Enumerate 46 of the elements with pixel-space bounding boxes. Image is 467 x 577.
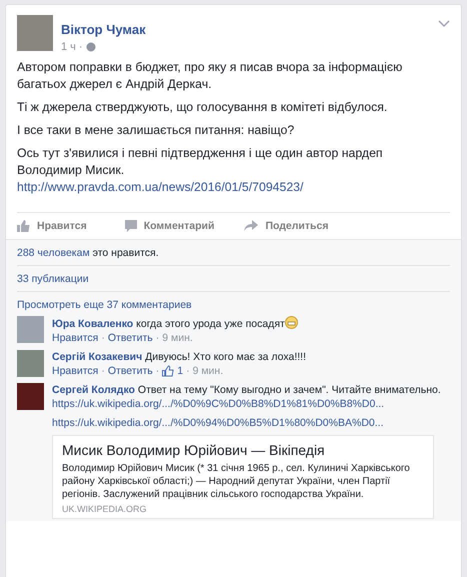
comment-text: Юра Коваленко когда этого урода уже посадят (52, 316, 450, 331)
separator-dot: · (156, 332, 160, 344)
separator-dot: · (101, 332, 105, 344)
post-paragraph: І все таки в мене залишається питання: навіщо? (17, 122, 296, 139)
thumbs-up-icon (17, 220, 30, 232)
comment-like-link[interactable]: Нравится (52, 332, 98, 344)
post-paragraph: Автором поправки в бюджет, про яку я писав вчора за інформацією багатьох джерел є Андрій Деркач. (17, 59, 404, 93)
commenter-avatar[interactable] (17, 383, 44, 410)
author-avatar[interactable] (17, 15, 53, 51)
chevron-icon[interactable] (438, 20, 450, 28)
preview-description: Володимир Юрійович Мисик (* 31 січня 1965 р., сел. Кулиничі Харківського району Харківської області;) — Народний депутат України, член Партії регіонів. Заслужений працівник сільського господарства України. (62, 462, 411, 501)
shares-link[interactable]: 33 публикации (17, 273, 89, 285)
post-paragraph: Ті ж джерела стверджують, що голосування в комітеті відбулося. (17, 99, 388, 116)
preview-domain: UK.WIKIPEDIA.ORG (62, 504, 148, 514)
comment-like-count: 1 (177, 365, 184, 377)
comment-text: Сергій Козакевич Дивуюсь! Хто кого має за лоха!!!! (52, 350, 308, 364)
link-preview-card[interactable] (52, 435, 434, 519)
post-link[interactable]: http://www.pravda.com.ua/news/2016/01/5/7094523/ (17, 179, 450, 196)
commenter-avatar[interactable] (17, 350, 44, 377)
share-arrow-icon (244, 220, 258, 232)
commenter-name[interactable]: Юра Коваленко (52, 318, 134, 330)
separator-dot: · (78, 41, 83, 53)
post-paragraph: Ось тут з'явилися і певні підтвердження і ще один автор нардеп Володимир Мисик. (17, 145, 384, 179)
comment-text: Сергей Колядко Ответ на тему "Кому выгодно и зачем". Читайте внимательно. (52, 383, 442, 397)
comment-like-link[interactable]: Нравится (52, 365, 98, 377)
separator-dot: · (186, 365, 190, 377)
separator-dot: · (101, 365, 105, 377)
author-name[interactable]: Віктор Чумак (61, 22, 146, 37)
action-button[interactable]: Поделиться (244, 220, 328, 232)
separator-dot: · (156, 365, 160, 377)
commenter-name[interactable]: Сергій Козакевич (52, 351, 142, 363)
action-button[interactable]: Нравится (17, 220, 87, 232)
comment-link[interactable]: https://uk.wikipedia.org/.../%D0%9C%D0%B8%D1%81%D0%B8%D0... (52, 397, 450, 411)
likes-summary: 288 человекам это нравится. (17, 247, 159, 259)
action-button[interactable]: Комментарий (124, 220, 214, 232)
likes-count-link[interactable]: 288 человекам (17, 247, 90, 259)
more-comments-link[interactable]: Просмотреть еще 37 комментариев (17, 299, 192, 311)
comment-reply-link[interactable]: Ответить (108, 332, 153, 344)
preview-title: Мисик Володимир Юрійович — Вікіпедія (62, 442, 326, 458)
speech-bubble-icon (124, 220, 137, 232)
grinning-emoji-icon (284, 316, 298, 329)
commenter-name[interactable]: Сергей Колядко (52, 384, 135, 396)
thumbs-up-icon (162, 365, 174, 377)
comment-reply-link[interactable]: Ответить (108, 365, 153, 377)
comment-link[interactable]: https://uk.wikipedia.org/.../%D0%94%D0%B5%D1%80%D0%BA%D0... (52, 417, 450, 429)
commenter-avatar[interactable] (17, 316, 44, 343)
